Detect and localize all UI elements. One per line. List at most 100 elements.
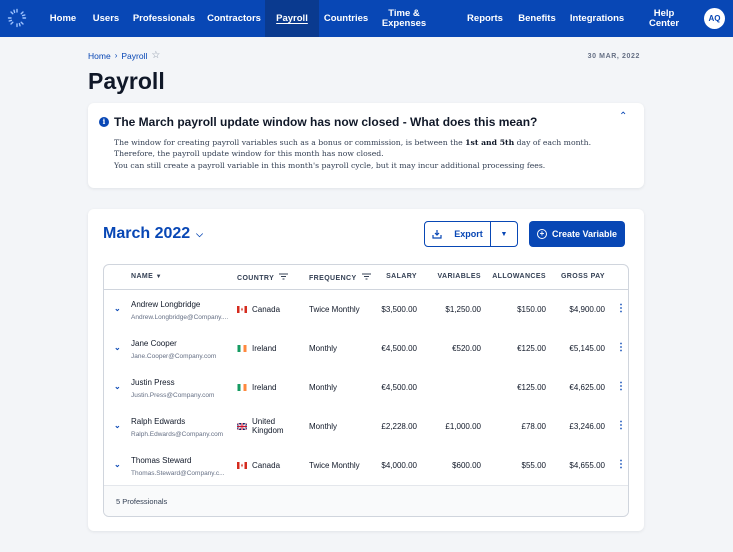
breadcrumb: Home › Payroll ☆ <box>88 50 160 61</box>
nav-professionals[interactable]: Professionals <box>128 0 200 37</box>
payroll-notice: i The March payroll update window has no… <box>88 103 644 188</box>
nav-time-expenses[interactable]: Time & Expenses <box>378 0 430 37</box>
canada-flag-icon <box>237 306 247 313</box>
table-row[interactable]: ⌄ Justin Press Justin.Press@Company.com … <box>104 368 628 407</box>
nav-payroll[interactable]: Payroll <box>265 0 319 37</box>
variables: £1,000.00 <box>445 422 481 431</box>
employee-name: Jane Cooper <box>131 339 177 348</box>
star-icon[interactable]: ☆ <box>151 50 160 61</box>
employee-email: Justin.Press@Company.com <box>131 392 215 399</box>
professionals-count: 5 Professionals <box>116 497 168 506</box>
payroll-table: NAME ▼ COUNTRY FREQUENCY SALARY VARIABLE… <box>103 264 629 517</box>
canada-flag-icon <box>237 462 247 469</box>
chevron-right-icon: › <box>114 51 118 60</box>
employee-name: Justin Press <box>131 378 175 387</box>
salary: £2,228.00 <box>381 422 417 431</box>
top-nav: Home Users Professionals Contractors Pay… <box>0 0 733 37</box>
more-vertical-icon[interactable]: ⋮ <box>616 459 626 470</box>
create-variable-button[interactable]: + Create Variable <box>529 221 625 247</box>
nav-integrations[interactable]: Integrations <box>568 0 626 37</box>
country-line-2: Kingdom <box>252 426 284 435</box>
table-row[interactable]: ⌄ Andrew Longbridge Andrew.Longbridge@Co… <box>104 290 628 329</box>
header-variables: VARIABLES <box>437 273 481 280</box>
period-label: March 2022 <box>103 225 191 242</box>
chevron-down-icon[interactable]: ⌄ <box>114 343 121 352</box>
chevron-down-icon[interactable]: ⌄ <box>114 382 121 391</box>
current-date: 30 MAR, 2022 <box>587 53 640 60</box>
sort-down-icon: ▼ <box>155 274 162 280</box>
period-selector[interactable]: March 2022 ⌵ <box>103 225 203 243</box>
more-vertical-icon[interactable]: ⋮ <box>616 420 626 431</box>
salary: €4,500.00 <box>381 344 417 353</box>
table-row[interactable]: ⌄ Thomas Steward Thomas.Steward@Company.… <box>104 446 628 485</box>
table-footer: 5 Professionals <box>104 485 628 516</box>
nav-home[interactable]: Home <box>42 0 84 37</box>
gross-pay: £3,246.00 <box>569 422 605 431</box>
notice-line-2: Therefore, the payroll update window for… <box>114 149 384 159</box>
employee-email: Ralph.Edwards@Company.com <box>131 431 224 438</box>
chevron-down-icon[interactable]: ⌄ <box>114 460 121 469</box>
export-dropdown-button[interactable]: ▼ <box>490 221 518 247</box>
notice-line-1: The window for creating payroll variable… <box>114 138 592 147</box>
variables: $600.00 <box>452 461 481 470</box>
country: Ireland <box>252 344 277 353</box>
more-vertical-icon[interactable]: ⋮ <box>616 303 626 314</box>
country: Canada <box>252 461 281 470</box>
nav-countries[interactable]: Countries <box>320 0 372 37</box>
frequency: Monthly <box>309 383 338 392</box>
country: Ireland <box>252 383 277 392</box>
nav-benefits[interactable]: Benefits <box>514 0 560 37</box>
frequency: Twice Monthly <box>309 305 360 314</box>
employee-name: Andrew Longbridge <box>131 300 201 309</box>
salary: €4,500.00 <box>381 383 417 392</box>
chevron-down-icon[interactable]: ⌄ <box>114 304 121 313</box>
payroll-card: March 2022 ⌵ Export ▼ + Create Variable … <box>88 209 644 531</box>
filter-icon <box>279 273 289 280</box>
header-country[interactable]: COUNTRY <box>237 273 289 282</box>
nav-contractors[interactable]: Contractors <box>202 0 266 37</box>
gross-pay: €5,145.00 <box>569 344 605 353</box>
download-icon <box>432 230 442 239</box>
nav-users[interactable]: Users <box>86 0 126 37</box>
page-title: Payroll <box>88 68 165 94</box>
more-vertical-icon[interactable]: ⋮ <box>616 342 626 353</box>
chevron-up-icon[interactable]: ⌃ <box>619 111 627 122</box>
nav-reports[interactable]: Reports <box>464 0 506 37</box>
allowances: £78.00 <box>521 422 546 431</box>
header-name[interactable]: NAME ▼ <box>131 273 162 280</box>
logo-icon[interactable] <box>7 8 27 28</box>
salary: $4,000.00 <box>381 461 417 470</box>
user-avatar[interactable]: AQ <box>704 8 725 29</box>
allowances: €125.00 <box>517 344 546 353</box>
frequency: Monthly <box>309 422 338 431</box>
gross-pay: €4,625.00 <box>569 383 605 392</box>
uk-flag-icon <box>237 423 247 430</box>
table-row[interactable]: ⌄ Ralph Edwards Ralph.Edwards@Company.co… <box>104 407 628 446</box>
header-gross-pay: GROSS PAY <box>560 273 605 280</box>
ireland-flag-icon <box>237 384 247 391</box>
gross-pay: $4,655.00 <box>569 461 605 470</box>
notice-title: The March payroll update window has now … <box>114 115 538 129</box>
header-allowances: ALLOWANCES <box>492 273 546 280</box>
employee-email: Jane.Cooper@Company.com <box>131 353 217 360</box>
gross-pay: $4,900.00 <box>569 305 605 314</box>
ireland-flag-icon <box>237 345 247 352</box>
allowances: €125.00 <box>517 383 546 392</box>
create-variable-label: Create Variable <box>551 229 618 239</box>
nav-help-center[interactable]: Help Center <box>644 0 684 37</box>
chevron-down-icon[interactable]: ⌄ <box>114 421 121 430</box>
variables: $1,250.00 <box>445 305 481 314</box>
breadcrumb-home[interactable]: Home <box>88 51 111 61</box>
export-button[interactable]: Export <box>424 221 491 247</box>
table-row[interactable]: ⌄ Jane Cooper Jane.Cooper@Company.com Ir… <box>104 329 628 368</box>
header-salary: SALARY <box>386 273 417 280</box>
notice-body: The window for creating payroll variable… <box>114 137 614 171</box>
country: United Kingdom <box>252 417 284 435</box>
allowances: $55.00 <box>521 461 546 470</box>
country-line-1: United <box>252 417 276 426</box>
header-frequency[interactable]: FREQUENCY <box>309 273 371 282</box>
plus-circle-icon: + <box>536 229 547 239</box>
more-vertical-icon[interactable]: ⋮ <box>616 381 626 392</box>
employee-name: Thomas Steward <box>131 456 192 465</box>
country: Canada <box>252 305 281 314</box>
